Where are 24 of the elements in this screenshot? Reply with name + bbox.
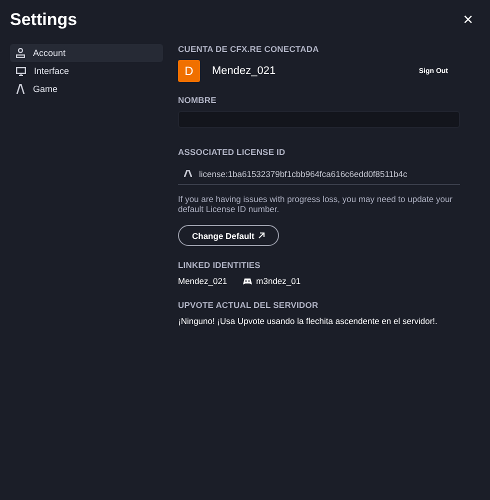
road-icon [16,84,25,94]
identity-name: m3ndez_01 [256,276,301,286]
section-heading: ASSOCIATED LICENSE ID [178,147,286,157]
identity-name: Mendez_021 [178,276,228,286]
section-heading: LINKED IDENTITIES [178,260,262,270]
help-text: If you are having issues with progress loss, you may need to update your default License ID number. [178,194,454,214]
window-title: Settings [10,10,78,30]
external-link-icon [258,232,266,239]
section-heading: NOMBRE [178,95,218,105]
road-icon [184,170,192,177]
section-heading: UPVOTE ACTUAL DEL SERVIDOR [178,300,320,310]
sidebar-item[interactable]: Interface [10,62,163,80]
close-button[interactable]: × [456,10,480,30]
sidebar-item[interactable]: Game [10,80,163,98]
person-icon [16,48,25,58]
license-id: license:1ba61532379bf1cbb964fca616c6edd0f8511b4c [199,168,408,178]
upvote-text: ¡Ninguno! ¡Usa Upvote usando la flechita ascendente en el servidor!. [178,316,438,326]
change-default-button[interactable]: Change Default [178,225,280,246]
monitor-icon [16,66,26,76]
sidebar-item[interactable]: Account [10,44,163,62]
username: Mendez_021 [212,65,277,77]
gamepad-icon [243,278,252,284]
section-heading: CUENTA DE CFX.RE CONECTADA [178,44,320,54]
avatar: D [178,60,200,82]
